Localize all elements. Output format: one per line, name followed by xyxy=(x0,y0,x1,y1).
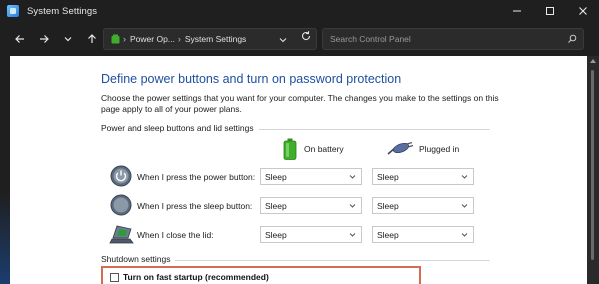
scroll-thumb[interactable] xyxy=(591,70,594,260)
breadcrumb-system-settings[interactable]: System Settings xyxy=(185,34,246,44)
power-plug-icon xyxy=(387,142,414,155)
laptop-lid-icon xyxy=(109,225,134,244)
refresh-icon xyxy=(302,31,311,41)
breadcrumb-power-options[interactable]: Power Op... xyxy=(130,34,175,44)
power-button-battery-select[interactable]: Sleep xyxy=(260,168,362,185)
chevron-down-icon xyxy=(461,233,468,237)
navigation-bar: › Power Op... › System Settings xyxy=(0,22,599,56)
close-button[interactable] xyxy=(566,0,599,22)
column-head-plugged: Plugged in xyxy=(386,142,459,156)
fast-startup-label[interactable]: Turn on fast startup (recommended) xyxy=(123,272,269,282)
select-value: Sleep xyxy=(265,171,287,182)
refresh-button[interactable] xyxy=(296,26,316,46)
select-value: Sleep xyxy=(265,229,287,240)
forward-button[interactable] xyxy=(34,29,54,49)
battery-icon xyxy=(283,138,297,160)
chevron-down-icon xyxy=(349,233,356,237)
chevron-down-icon xyxy=(349,204,356,208)
row-label-sleep-button: When I press the sleep button: xyxy=(137,201,253,211)
vertical-scrollbar[interactable] xyxy=(587,56,599,284)
close-lid-battery-select[interactable]: Sleep xyxy=(260,226,362,243)
sleep-button-icon xyxy=(110,194,132,216)
sleep-button-plugged-select[interactable]: Sleep xyxy=(372,197,474,214)
chevron-down-icon xyxy=(64,37,72,42)
chevron-down-icon xyxy=(461,204,468,208)
search-box[interactable] xyxy=(322,28,584,50)
select-value: Sleep xyxy=(377,171,399,182)
back-button[interactable] xyxy=(10,29,30,49)
minimize-icon xyxy=(512,10,521,12)
maximize-icon xyxy=(545,7,554,15)
search-input[interactable] xyxy=(323,29,559,49)
column-label-plugged: Plugged in xyxy=(419,144,460,154)
chevron-down-icon xyxy=(349,175,356,179)
group-label-shutdown: Shutdown settings xyxy=(101,254,176,264)
close-icon xyxy=(578,7,587,15)
search-icon[interactable] xyxy=(567,34,577,44)
select-value: Sleep xyxy=(377,200,399,211)
address-bar[interactable]: › Power Op... › System Settings xyxy=(103,28,317,50)
window-title: System Settings xyxy=(27,5,98,17)
scroll-up-arrow-icon[interactable] xyxy=(590,59,596,63)
page-description: Choose the power settings that you want … xyxy=(101,93,499,114)
sleep-button-battery-select[interactable]: Sleep xyxy=(260,197,362,214)
row-label-close-lid: When I close the lid: xyxy=(137,230,214,240)
up-button[interactable] xyxy=(82,29,102,49)
main-content: Define power buttons and turn on passwor… xyxy=(10,56,587,284)
column-head-battery: On battery xyxy=(283,138,344,160)
window-controls xyxy=(500,0,599,22)
row-label-power-button: When I press the power button: xyxy=(137,172,256,182)
arrow-up-icon xyxy=(88,34,96,43)
column-label-battery: On battery xyxy=(304,144,344,154)
control-panel-icon xyxy=(7,5,19,17)
breadcrumb-separator: › xyxy=(177,34,181,44)
arrow-right-icon xyxy=(40,35,49,43)
fast-startup-checkbox[interactable] xyxy=(110,273,119,282)
desktop-background-strip xyxy=(0,56,10,284)
maximize-button[interactable] xyxy=(533,0,566,22)
chevron-down-icon xyxy=(461,175,468,179)
minimize-button[interactable] xyxy=(500,0,533,22)
title-bar: System Settings xyxy=(0,0,599,22)
close-lid-plugged-select[interactable]: Sleep xyxy=(372,226,474,243)
battery-small-icon xyxy=(111,34,120,44)
chevron-down-icon[interactable] xyxy=(278,35,288,45)
recent-locations-button[interactable] xyxy=(58,29,78,49)
arrow-left-icon xyxy=(15,35,24,43)
group-label-power: Power and sleep buttons and lid settings xyxy=(101,123,259,133)
page-title: Define power buttons and turn on passwor… xyxy=(101,72,402,86)
power-button-plugged-select[interactable]: Sleep xyxy=(372,168,474,185)
select-value: Sleep xyxy=(265,200,287,211)
power-button-icon xyxy=(110,165,132,187)
breadcrumb-separator: › xyxy=(123,34,126,44)
select-value: Sleep xyxy=(377,229,399,240)
